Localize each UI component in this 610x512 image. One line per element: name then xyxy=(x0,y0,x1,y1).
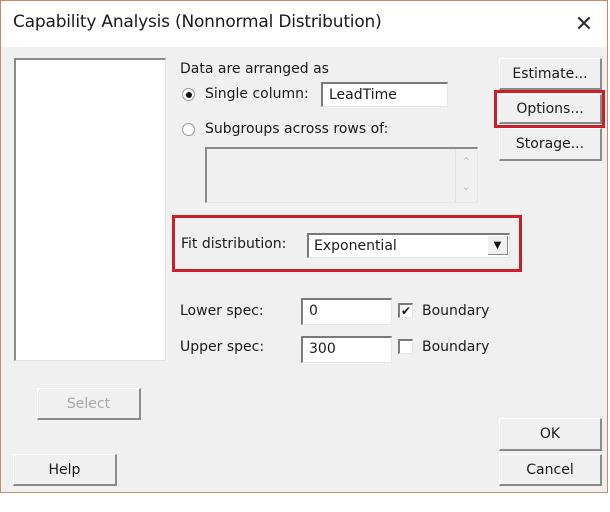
single-column-label: Single column: xyxy=(205,86,309,102)
dialog-window: Capability Analysis (Nonnormal Distribut… xyxy=(0,0,608,493)
data-arranged-heading: Data are arranged as xyxy=(180,61,329,77)
lower-boundary-checkbox[interactable]: ✔ xyxy=(398,303,413,318)
fit-distribution-dropdown[interactable]: Exponential ▼ xyxy=(307,233,510,258)
lower-spec-label: Lower spec: xyxy=(180,303,264,319)
title-bar: Capability Analysis (Nonnormal Distribut… xyxy=(1,1,607,47)
ok-button[interactable]: OK xyxy=(499,418,602,451)
lower-boundary-label: Boundary xyxy=(422,303,490,319)
fit-distribution-label: Fit distribution: xyxy=(181,236,287,252)
subgroups-textarea[interactable]: ⌃ ⌄ xyxy=(205,147,478,203)
chevron-down-icon[interactable]: ▼ xyxy=(488,236,508,255)
upper-spec-label: Upper spec: xyxy=(180,339,265,355)
subgroups-scrollbar[interactable]: ⌃ ⌄ xyxy=(455,149,477,202)
scroll-up-icon[interactable]: ⌃ xyxy=(461,155,471,169)
close-icon: ✕ xyxy=(574,11,594,37)
upper-spec-input[interactable]: 300 xyxy=(301,336,392,363)
subgroups-label: Subgroups across rows of: xyxy=(205,121,389,137)
lower-spec-input[interactable]: 0 xyxy=(301,298,392,325)
checkmark-icon: ✔ xyxy=(400,304,412,318)
radio-selected-dot xyxy=(185,91,192,98)
upper-boundary-label: Boundary xyxy=(422,339,490,355)
variables-listbox[interactable] xyxy=(14,58,166,361)
background xyxy=(0,493,610,512)
select-button[interactable]: Select xyxy=(37,388,141,420)
fit-distribution-value: Exponential xyxy=(314,238,397,254)
scroll-down-icon[interactable]: ⌄ xyxy=(461,179,471,193)
single-column-input[interactable]: LeadTime xyxy=(321,82,448,107)
cancel-button[interactable]: Cancel xyxy=(499,454,602,486)
upper-boundary-checkbox[interactable] xyxy=(398,339,413,354)
storage-button[interactable]: Storage... xyxy=(499,128,602,161)
window-title: Capability Analysis (Nonnormal Distribut… xyxy=(13,12,382,32)
single-column-radio[interactable] xyxy=(182,88,195,101)
estimate-button[interactable]: Estimate... xyxy=(499,58,602,90)
close-button[interactable]: ✕ xyxy=(567,9,601,39)
options-button[interactable]: Options... xyxy=(499,94,602,124)
help-button[interactable]: Help xyxy=(13,454,117,486)
subgroups-radio[interactable] xyxy=(182,123,195,136)
